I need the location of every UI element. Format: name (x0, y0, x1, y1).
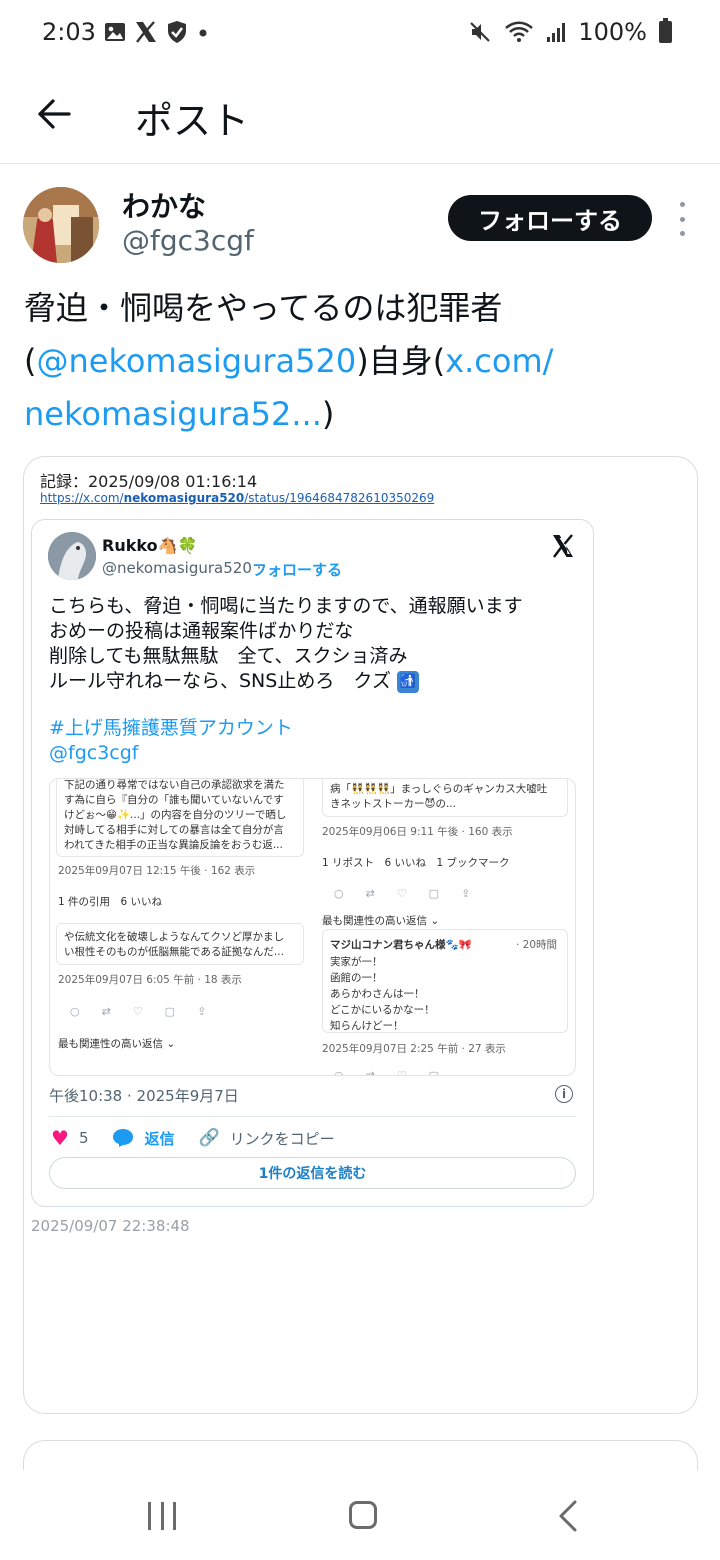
back-button[interactable] (30, 90, 78, 138)
shot-text: 2025年09月06日 9:11 午後 · 160 表示 (322, 826, 513, 838)
embedded-line-1: こちらも、脅迫・恫喝に当たりますので、通報願います (49, 595, 523, 617)
shot-text: 最も関連性の高い返信 ⌄ (58, 1038, 176, 1050)
embedded-author-handle: @nekomasigura520 · (102, 559, 262, 577)
like-count: 5 (78, 1129, 89, 1147)
battery-icon (659, 18, 672, 43)
read-replies-button: 1件の返信を読む (49, 1157, 576, 1189)
embedded-screenshot-image: 下記の通り尋常ではない自己の承認欲求を満た す為に自ら『自分の「誰も聞いていない… (49, 778, 576, 1076)
app-header: ポスト (0, 68, 720, 164)
shot-text: 函館の一！ (330, 972, 383, 984)
post-paren-close: ) (321, 395, 335, 433)
post-mention-link[interactable]: @nekomasigura520 (36, 342, 356, 380)
shot-text: 2025年09月07日 2:25 午前 · 27 表示 (322, 1043, 506, 1055)
post-url-link-part1[interactable]: x.com/ (445, 342, 553, 380)
follow-button[interactable]: フォローする (448, 195, 652, 241)
battery-text: 100% (578, 18, 647, 46)
signal-icon (547, 23, 566, 42)
shot-text: 実家が一！ (330, 956, 383, 968)
post-text-mid: )自身( (356, 342, 446, 380)
shot-text: 対峙してる相手に対しての暴言は全て自分が言 (64, 824, 284, 836)
post-text-line1: 脅迫・恫喝をやってるのは犯罪者 (24, 289, 503, 327)
wifi-icon (505, 21, 534, 42)
shot-actions: ○ ⇄ ♡ ▢ ⇪ (334, 887, 471, 900)
record-date: 2025/09/07 22:38:48 (31, 1217, 190, 1235)
shield-icon (168, 21, 186, 43)
recent-apps-button[interactable] (148, 1502, 176, 1530)
post-url-link-part2[interactable]: nekomasigura52... (24, 395, 322, 433)
back-arrow-icon (38, 99, 71, 129)
status-right: 100% (468, 18, 672, 46)
shot-text: い根性そのものが低脳無能である証拠なんだ... (64, 946, 284, 958)
home-button[interactable] (349, 1501, 377, 1529)
shot-actions: ○ ⇄ ♡ ▢ (334, 1069, 440, 1076)
shot-text: あらかわさんは一！ (330, 988, 425, 1000)
divider (49, 1116, 576, 1117)
embedded-avatar (48, 532, 96, 580)
shot-text: 2025年09月07日 12:15 午後 · 162 表示 (58, 865, 256, 877)
record-url: https://x.com/nekomasigura520/status/196… (40, 491, 435, 505)
gallery-icon (105, 23, 125, 41)
shot-text: われてきた相手の正当な異論反論をおうむ返... (64, 839, 283, 851)
embedded-tweet-text: こちらも、脅迫・恫喝に当たりますので、通報願います おめーの投稿は通報案件ばかり… (49, 594, 579, 766)
embedded-actions: ♥ 5 返信 🔗 リンクをコピー (51, 1126, 335, 1150)
status-time: 2:03 (42, 18, 96, 46)
x-icon (136, 21, 156, 43)
shot-text: マジ山コナン君ちゃん様🐾🎀 (330, 939, 472, 951)
shot-text: · 20時間 (516, 939, 558, 951)
embedded-follow-link: フォローする (252, 561, 343, 579)
shot-text: す為に自ら『自分の「誰も聞いていないんです (64, 794, 284, 806)
mute-icon (470, 22, 491, 42)
embedded-author-name: Rukko🐴🍀 (102, 536, 198, 555)
more-options-button[interactable] (672, 202, 692, 236)
author-name[interactable]: わかな (122, 185, 206, 225)
x-logo-icon (553, 534, 573, 558)
record-label: 記録：2025/09/08 01:16:14 (40, 472, 258, 491)
author-avatar[interactable] (23, 187, 99, 263)
trash-emoji-icon: 🚮 (397, 670, 420, 693)
post-text: 脅迫・恫喝をやってるのは犯罪者 (@nekomasigura520)自身(x.c… (24, 282, 704, 441)
reply-bubble-icon (113, 1129, 134, 1147)
shot-text: きネットストーカー😈の... (330, 798, 456, 810)
heart-icon: ♥ (51, 1126, 69, 1150)
reply-label: 返信 (144, 1129, 175, 1148)
system-back-button[interactable] (553, 1500, 583, 1532)
embedded-hashtag: #上げ馬擁護悪質アカウント (49, 717, 293, 739)
dot-icon (199, 29, 207, 37)
page-title: ポスト (135, 99, 250, 143)
shot-text: 1 件の引用 6 いいね (58, 896, 163, 908)
author-handle[interactable]: @fgc3cgf (122, 224, 254, 257)
shot-text: どこかにいるかなー！ (330, 1004, 435, 1016)
status-bar: 2:03 100% (0, 0, 720, 68)
shot-actions: ○ ⇄ ♡ ▢ ⇪ (70, 1005, 207, 1018)
shot-text: けどぉ〜😁✨...」の内容を自分のツリーで晒し (64, 809, 287, 821)
shot-text: 1 リポスト 6 いいね 1 ブックマーク (322, 857, 510, 869)
link-icon: 🔗 (198, 1128, 220, 1148)
embedded-timestamp: 午後10:38 · 2025年9月7日 (49, 1087, 239, 1105)
shot-text: や伝統文化を破壊しようなんてクソど厚かまし (64, 931, 284, 943)
shot-text: 下記の通り尋常ではない自己の承認欲求を満た (64, 779, 285, 791)
shot-text: 2025年09月07日 6:05 午前 · 18 表示 (58, 974, 242, 986)
shot-text: 病「👯👯👯」まっしぐらのギャンカス大嘘吐 (330, 783, 548, 795)
shot-text: 最も関連性の高い返信 ⌄ (322, 915, 440, 927)
info-icon: i (555, 1085, 573, 1103)
shot-text: 知らんけどー！ (330, 1020, 404, 1032)
status-left-icons (104, 20, 210, 44)
embedded-line-3: 削除しても無駄無駄 全て、スクショ済み (49, 645, 408, 667)
post-paren-open: ( (24, 342, 37, 380)
embedded-line-4: ルール守れねーなら、SNS止めろ クズ (49, 670, 391, 692)
embedded-mention: @fgc3cgf (49, 742, 139, 764)
copy-link-label: リンクをコピー (229, 1129, 335, 1148)
embedded-line-2: おめーの投稿は通報案件ばかりだな (49, 620, 354, 642)
